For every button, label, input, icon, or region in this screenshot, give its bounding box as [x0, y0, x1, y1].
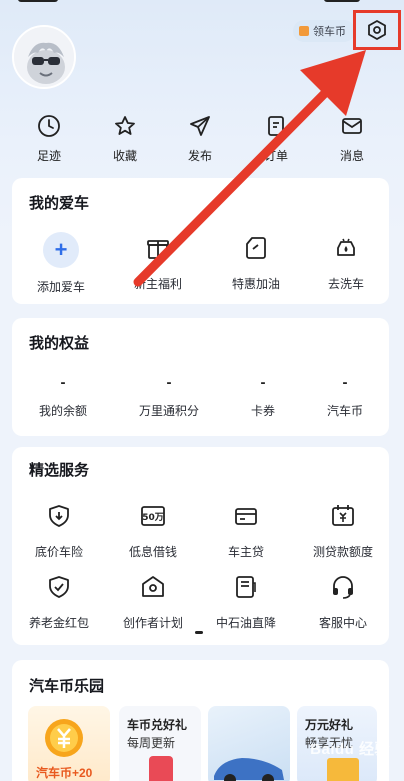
- service-low-interest-loan[interactable]: 50万 低息借钱: [118, 503, 188, 560]
- quick-item-label: 消息: [339, 149, 364, 163]
- grid-item-label: 特惠加油: [231, 277, 280, 291]
- quick-item-publish[interactable]: 发布: [165, 110, 235, 164]
- fuel-can-icon: [246, 237, 266, 259]
- gift-bag-image: [149, 756, 173, 781]
- new-owner-benefits-button[interactable]: 新主福利: [128, 235, 188, 292]
- car-image-icon: [214, 758, 284, 781]
- services-card: 精选服务 底价车险 50万 低息借钱 车主贷 测贷款额度 养老金红包 创作者计划…: [12, 447, 389, 645]
- car-coins-item[interactable]: - 汽车币: [312, 374, 378, 419]
- clock-icon: [38, 115, 60, 137]
- grid-item-label: 去洗车: [327, 277, 364, 291]
- card-title: 我的权益: [29, 335, 90, 352]
- quick-actions-row: 足迹 收藏 发布 订单 消息: [0, 110, 404, 170]
- promo-reward-label: 汽车币+20: [36, 766, 93, 780]
- headset-icon: [333, 576, 353, 599]
- service-icon-text: 50万: [142, 512, 164, 523]
- coupons-item[interactable]: - 卡券: [232, 374, 294, 419]
- gift-icon: [299, 26, 309, 36]
- shield-down-icon: [49, 505, 69, 527]
- grid-item-label: 养老金红包: [28, 616, 89, 630]
- gift-box-icon: [147, 240, 169, 259]
- status-icons: [324, 0, 360, 2]
- watermark: Baidu 经验: [310, 741, 390, 758]
- grid-item-label: 添加爱车: [36, 280, 85, 294]
- service-owner-loan[interactable]: 车主贷: [211, 503, 281, 560]
- settings-hexagon-icon: [368, 19, 386, 41]
- creator-badge-icon: [142, 576, 164, 597]
- quick-item-label: 订单: [263, 149, 288, 163]
- fuel-station-icon: [236, 576, 256, 598]
- card-title: 精选服务: [29, 462, 90, 479]
- send-icon: [190, 116, 210, 136]
- yen-coin-icon: [45, 719, 83, 757]
- grid-item-label: 万里通积分: [138, 404, 199, 418]
- grid-item-label: 客服中心: [318, 616, 367, 630]
- shield-check-icon: [49, 576, 69, 598]
- service-car-insurance[interactable]: 底价车险: [24, 503, 94, 560]
- points-item[interactable]: - 万里通积分: [128, 374, 210, 419]
- service-petrochina-discount[interactable]: 中石油直降: [211, 574, 281, 631]
- promo-title: 万元好礼: [305, 718, 354, 732]
- points-value: -: [166, 374, 172, 391]
- fuel-discount-button[interactable]: 特惠加油: [226, 235, 286, 292]
- star-icon: [115, 116, 135, 135]
- claim-coin-label: 领车币: [313, 26, 346, 38]
- grid-item-label: 车主贷: [227, 545, 264, 559]
- page-indicator: [195, 631, 203, 634]
- grid-item-label: 创作者计划: [122, 616, 183, 630]
- order-icon: [268, 116, 284, 136]
- promo-coin-task[interactable]: 汽车币+20: [28, 706, 110, 781]
- status-bar: [0, 0, 404, 8]
- card-title: 汽车币乐园: [29, 678, 105, 695]
- mail-icon: [342, 118, 362, 134]
- promo-car-image[interactable]: [208, 706, 290, 781]
- balance-value: -: [60, 374, 66, 391]
- status-time: [18, 0, 58, 2]
- quick-item-label: 发布: [187, 149, 212, 163]
- promo-title: 车币兑好礼: [127, 718, 188, 732]
- settings-button[interactable]: [353, 10, 401, 50]
- grid-item-label: 我的余额: [38, 404, 87, 418]
- promo-subtitle: 每周更新: [127, 736, 176, 750]
- grid-item-label: 汽车币: [326, 404, 363, 418]
- quick-item-footprint[interactable]: 足迹: [14, 110, 84, 164]
- grid-item-label: 测贷款额度: [312, 545, 373, 559]
- balance-item[interactable]: - 我的余额: [26, 374, 100, 419]
- promo-redeem-gifts[interactable]: 车币兑好礼 每周更新: [119, 706, 201, 781]
- grid-item-label: 中石油直降: [215, 616, 276, 630]
- plus-icon: +: [43, 232, 79, 268]
- coupons-value: -: [260, 374, 266, 391]
- car-wash-icon: [337, 238, 355, 256]
- grid-item-label: 底价车险: [34, 545, 83, 559]
- gift-box-image: [327, 758, 359, 781]
- claim-coin-button[interactable]: 领车币: [293, 20, 355, 42]
- avatar[interactable]: [12, 25, 76, 89]
- car-coins-value: -: [342, 374, 348, 391]
- service-creator-plan[interactable]: 创作者计划: [118, 574, 188, 631]
- service-customer-center[interactable]: 客服中心: [307, 574, 379, 631]
- my-rights-card: 我的权益 - 我的余额 - 万里通积分 - 卡券 - 汽车币: [12, 318, 389, 436]
- add-car-button[interactable]: + 添加爱车: [31, 232, 91, 295]
- calendar-yen-icon: [332, 505, 354, 526]
- quick-item-favorites[interactable]: 收藏: [90, 110, 160, 164]
- quick-item-label: 收藏: [112, 149, 137, 163]
- card-title: 我的爱车: [29, 195, 90, 212]
- car-wash-button[interactable]: 去洗车: [316, 235, 376, 292]
- my-car-card: 我的爱车 + 添加爱车 新主福利 特惠加油 去洗车: [12, 178, 389, 304]
- quick-item-messages[interactable]: 消息: [317, 110, 387, 164]
- 50-wan-icon: 50万: [141, 506, 165, 526]
- service-loan-limit[interactable]: 测贷款额度: [307, 503, 379, 560]
- grid-item-label: 卡券: [250, 404, 275, 418]
- card-icon: [235, 508, 257, 525]
- quick-item-label: 足迹: [36, 149, 61, 163]
- service-pension-bonus[interactable]: 养老金红包: [24, 574, 94, 631]
- grid-item-label: 低息借钱: [128, 545, 177, 559]
- quick-item-orders[interactable]: 订单: [241, 110, 311, 164]
- grid-item-label: 新主福利: [133, 277, 182, 291]
